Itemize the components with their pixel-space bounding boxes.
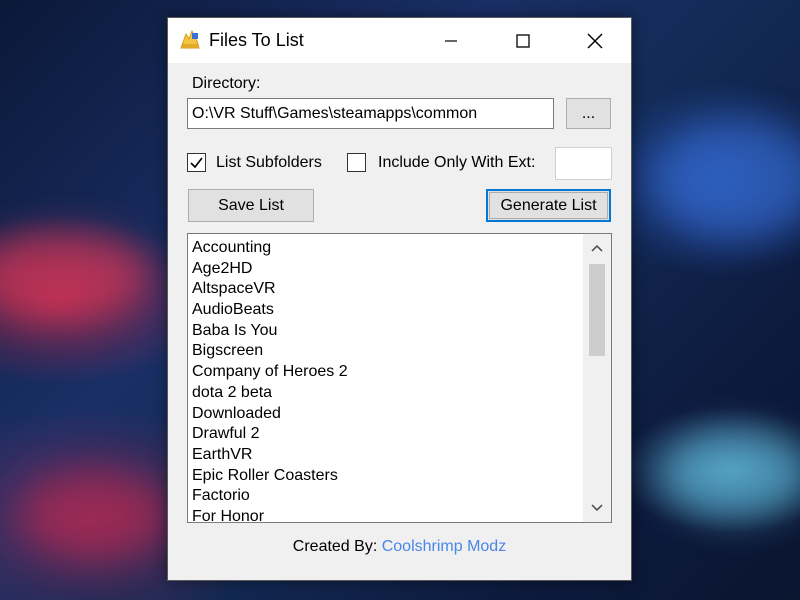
include-ext-checkbox[interactable]	[347, 153, 366, 172]
credit-line: Created By: Coolshrimp Modz	[167, 538, 632, 556]
title-bar[interactable]: Files To List	[168, 18, 631, 63]
extension-input[interactable]	[555, 147, 612, 180]
list-item[interactable]: For Honor	[188, 507, 583, 522]
include-ext-label[interactable]: Include Only With Ext:	[378, 154, 535, 172]
close-icon	[587, 33, 603, 48]
directory-input[interactable]: O:\VR Stuff\Games\steamapps\common	[187, 98, 554, 129]
list-subfolders-checkbox[interactable]	[187, 153, 206, 172]
vertical-scrollbar[interactable]	[583, 234, 611, 522]
author-link[interactable]: Coolshrimp Modz	[382, 538, 506, 555]
scroll-up-button[interactable]	[583, 234, 611, 262]
file-list: Accounting Age2HD AltspaceVR AudioBeats …	[188, 238, 583, 522]
list-item[interactable]: dota 2 beta	[188, 383, 583, 404]
list-item[interactable]: Downloaded	[188, 404, 583, 425]
list-item[interactable]: Accounting	[188, 238, 583, 259]
checkmark-icon	[190, 157, 203, 169]
chevron-up-icon	[591, 244, 603, 252]
list-item[interactable]: EarthVR	[188, 445, 583, 466]
minimize-button[interactable]	[415, 18, 487, 63]
generate-list-button-label: Generate List	[500, 196, 597, 214]
save-list-button[interactable]: Save List	[188, 189, 314, 222]
background-glow	[0, 230, 150, 320]
browse-button[interactable]: ...	[566, 98, 611, 129]
background-glow	[650, 120, 800, 240]
minimize-icon	[445, 39, 457, 42]
browse-button-label: ...	[581, 104, 596, 122]
list-item[interactable]: Baba Is You	[188, 321, 583, 342]
directory-label: Directory:	[192, 75, 261, 92]
created-by-label: Created By:	[292, 538, 378, 555]
list-item[interactable]: Epic Roller Coasters	[188, 466, 583, 487]
scroll-down-button[interactable]	[583, 494, 611, 522]
close-button[interactable]	[559, 18, 631, 63]
scroll-thumb[interactable]	[589, 264, 605, 356]
generate-list-button[interactable]: Generate List	[486, 189, 611, 222]
window-title: Files To List	[209, 30, 304, 50]
save-list-button-label: Save List	[218, 196, 284, 214]
list-item[interactable]: AltspaceVR	[188, 279, 583, 300]
list-item[interactable]: Company of Heroes 2	[188, 362, 583, 383]
maximize-button[interactable]	[487, 18, 559, 63]
list-subfolders-label[interactable]: List Subfolders	[216, 154, 322, 172]
list-item[interactable]: AudioBeats	[188, 300, 583, 321]
list-item[interactable]: Drawful 2	[188, 424, 583, 445]
chevron-down-icon	[591, 504, 603, 512]
background-glow	[660, 430, 800, 520]
folder-flame-icon	[180, 29, 200, 49]
maximize-icon	[516, 33, 530, 48]
list-item[interactable]: Bigscreen	[188, 341, 583, 362]
background-glow	[20, 470, 170, 560]
file-listbox[interactable]: Accounting Age2HD AltspaceVR AudioBeats …	[187, 233, 612, 523]
list-item[interactable]: Age2HD	[188, 259, 583, 280]
list-item[interactable]: Factorio	[188, 486, 583, 507]
